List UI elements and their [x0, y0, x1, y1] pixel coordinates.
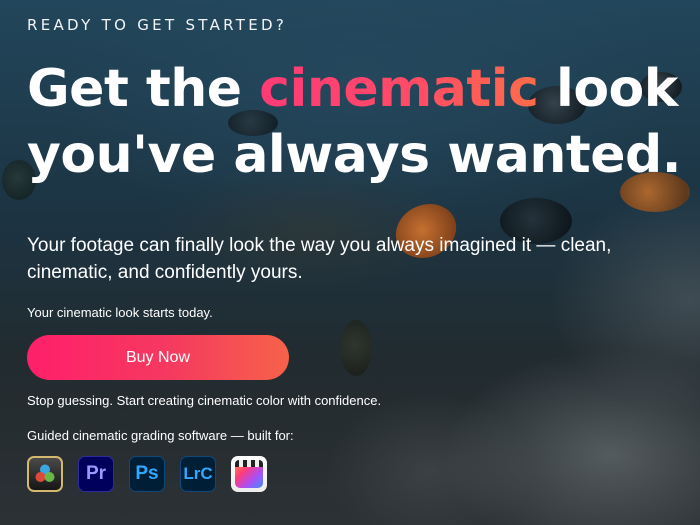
confidence-text: Stop guessing. Start creating cinematic …: [27, 393, 382, 408]
lightroom-classic-icon: LrC: [180, 456, 216, 492]
subheadline: Your footage can finally look the way yo…: [27, 235, 612, 283]
headline-prefix: Get the: [27, 59, 242, 119]
davinci-resolve-logo: [35, 464, 55, 482]
clapperboard-stripe: [235, 460, 263, 467]
photoshop-icon: Ps: [129, 456, 165, 492]
headline-accent: cinematic: [259, 59, 539, 119]
buy-now-button[interactable]: Buy Now: [27, 335, 289, 380]
headline-line-2: you've always wanted.: [27, 125, 681, 185]
final-cut-pro-logo: [235, 460, 263, 488]
davinci-resolve-icon: [27, 456, 63, 492]
hero-section: READY TO GET STARTED? Get the cinematic …: [0, 0, 700, 525]
final-cut-pro-icon: [231, 456, 267, 492]
supported-apps: Pr Ps LrC: [27, 456, 267, 492]
built-for-text: Guided cinematic grading software — buil…: [27, 428, 294, 443]
premiere-pro-icon: Pr: [78, 456, 114, 492]
headline-line-1: Get the cinematic look: [27, 56, 687, 122]
tagline: Your cinematic look starts today.: [27, 305, 213, 320]
headline: Get the cinematic look you've always wan…: [27, 56, 687, 188]
headline-suffix: look: [556, 59, 678, 119]
eyebrow-text: READY TO GET STARTED?: [27, 16, 288, 34]
